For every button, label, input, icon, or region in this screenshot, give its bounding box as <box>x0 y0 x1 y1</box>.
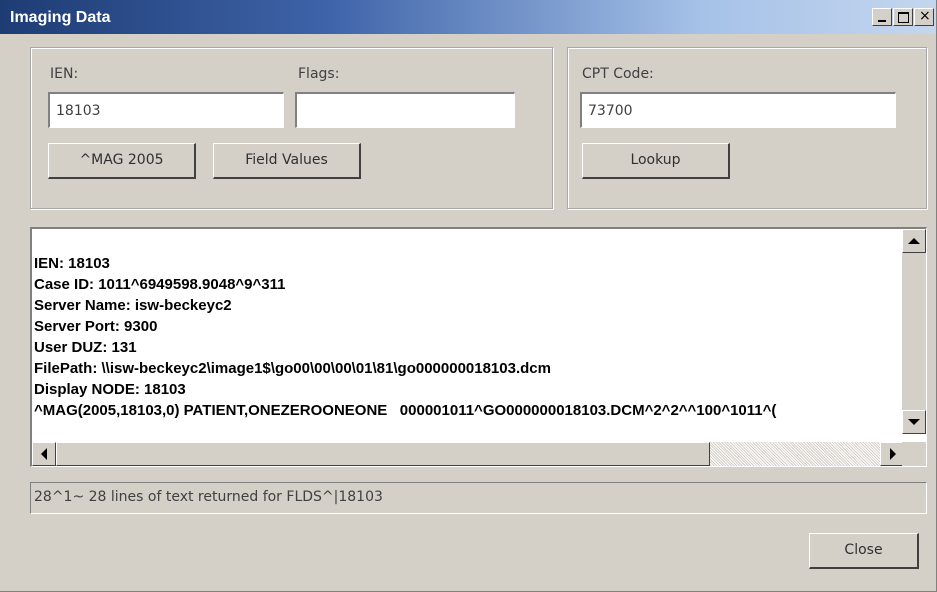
close-icon[interactable]: × <box>914 8 934 26</box>
output-line: IEN: 18103 <box>34 255 110 272</box>
output-line: FilePath: \\isw-beckeyc2\image1$\go00\00… <box>34 360 551 377</box>
flags-label: Flags: <box>298 66 340 82</box>
scroll-down-arrow-icon[interactable] <box>902 410 926 434</box>
imaging-data-window: Imaging Data × IEN: Flags: ^MAG 2005 Fie… <box>0 0 937 592</box>
ien-group <box>30 47 553 209</box>
field-values-button[interactable]: Field Values <box>213 143 361 179</box>
maximize-icon[interactable] <box>893 8 913 26</box>
horizontal-scrollbar[interactable] <box>32 442 904 466</box>
ien-label: IEN: <box>50 66 79 82</box>
output-textarea[interactable]: IEN: 18103 Case ID: 1011^6949598.9048^9^3… <box>30 227 927 467</box>
scroll-right-arrow-icon[interactable] <box>880 442 904 466</box>
scrollbar-corner <box>902 442 926 466</box>
output-line: User DUZ: 131 <box>34 339 137 356</box>
horizontal-scroll-thumb[interactable] <box>56 442 710 466</box>
scroll-left-arrow-icon[interactable] <box>32 442 56 466</box>
output-line: Case ID: 1011^6949598.9048^9^311 <box>34 276 286 293</box>
mag-2005-button[interactable]: ^MAG 2005 <box>48 143 196 179</box>
lookup-button[interactable]: Lookup <box>582 143 730 179</box>
cpt-code-label: CPT Code: <box>582 66 654 82</box>
ien-input[interactable] <box>48 92 284 128</box>
title-bar[interactable]: Imaging Data × <box>0 0 936 34</box>
cpt-code-input[interactable] <box>580 92 896 128</box>
window-title: Imaging Data <box>10 9 111 26</box>
minimize-icon[interactable] <box>872 8 892 26</box>
output-text: IEN: 18103 Case ID: 1011^6949598.9048^9^3… <box>34 253 902 433</box>
vertical-scrollbar[interactable] <box>902 229 926 434</box>
output-line: Display NODE: 18103 <box>34 381 186 398</box>
output-line: Server Port: 9300 <box>34 318 158 335</box>
scroll-up-arrow-icon[interactable] <box>902 229 926 253</box>
close-button[interactable]: Close <box>809 533 919 569</box>
status-bar: 28^1~ 28 lines of text returned for FLDS… <box>30 482 927 514</box>
flags-input[interactable] <box>295 92 515 128</box>
output-line: Server Name: isw-beckeyc2 <box>34 297 232 314</box>
output-line: ^MAG(2005,18103,0) PATIENT,ONEZEROONEONE… <box>34 402 777 419</box>
